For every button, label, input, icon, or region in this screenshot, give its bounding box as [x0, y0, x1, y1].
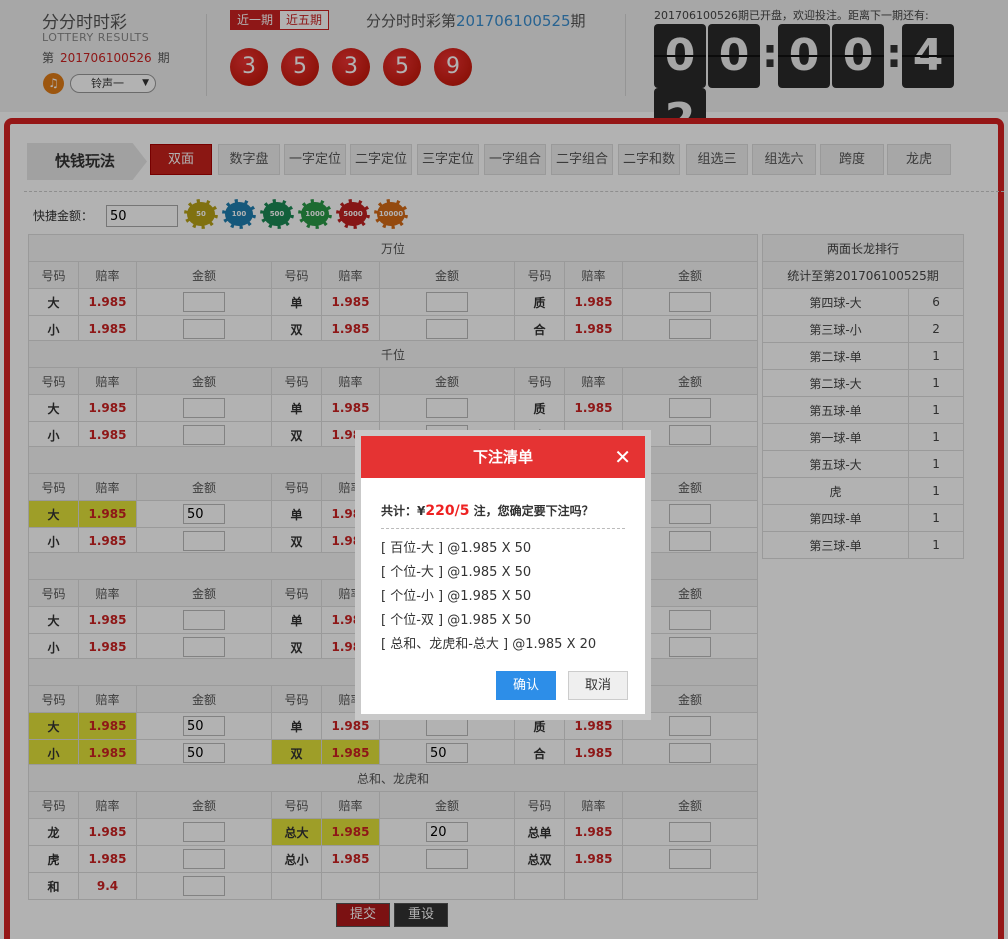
dialog-header: 下注清单 ✕	[361, 436, 645, 478]
bet-confirm-dialog: 下注清单 ✕ 共计：¥220/5 注，您确定要下注吗？ [ 百位-大 ] @1.…	[355, 430, 651, 720]
dialog-total: 共计：¥220/5 注，您确定要下注吗？	[381, 502, 625, 529]
list-item: [ 百位-大 ] @1.985 X 50	[381, 541, 532, 556]
list-item: [ 个位-双 ] @1.985 X 50	[381, 613, 532, 628]
total-suffix: 注，您确定要下注吗？	[469, 504, 594, 518]
total-prefix: 共计：¥	[381, 504, 426, 518]
cancel-button[interactable]: 取消	[568, 671, 628, 700]
close-icon[interactable]: ✕	[614, 436, 631, 478]
list-item: [ 总和、龙虎和-总大 ] @1.985 X 20	[381, 637, 597, 652]
total-amount: 220	[425, 503, 455, 519]
dialog-bet-list: [ 百位-大 ] @1.985 X 50 [ 个位-大 ] @1.985 X 5…	[361, 529, 645, 657]
list-item: [ 个位-大 ] @1.985 X 50	[381, 565, 532, 580]
list-item: [ 个位-小 ] @1.985 X 50	[381, 589, 532, 604]
confirm-button[interactable]: 确认	[496, 671, 556, 700]
total-count: 5	[459, 503, 470, 519]
dialog-title: 下注清单	[472, 448, 533, 466]
